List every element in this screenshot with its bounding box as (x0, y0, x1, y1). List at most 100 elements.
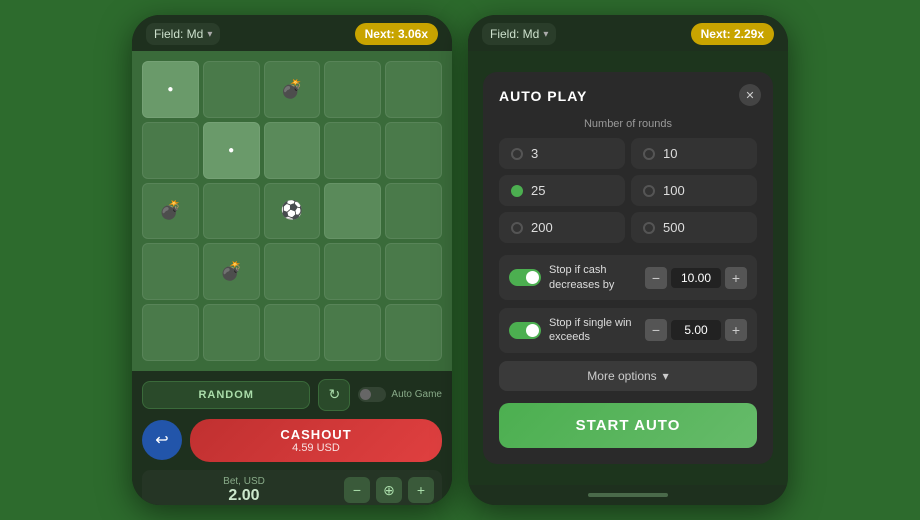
modal-title: AUTO PLAY (499, 88, 757, 104)
stop-win-value: 5.00 (671, 320, 721, 340)
round-label-10: 10 (663, 146, 677, 161)
bottom-controls: RANDOM ↻ Auto Game ↩ CASHOUT 4.59 USD (132, 371, 452, 505)
cell-2-0[interactable]: 💣 (142, 183, 199, 240)
minus-icon-win: − (652, 322, 660, 338)
stop-cash-control: − 10.00 + (645, 267, 747, 289)
stop-win-text: Stop if single win exceeds (549, 316, 637, 345)
cell-4-4[interactable] (385, 304, 442, 361)
plus-icon-cash: + (732, 270, 740, 286)
stop-win-decrease[interactable]: − (645, 319, 667, 341)
plus-icon-win: + (732, 322, 740, 338)
cell-4-1[interactable] (203, 304, 260, 361)
radio-200 (511, 222, 523, 234)
right-field-label: Field: Md (490, 27, 539, 41)
left-next-badge: Next: 3.06x (355, 23, 438, 45)
stop-cash-text: Stop if cash decreases by (549, 263, 637, 292)
minus-icon-cash: − (652, 270, 660, 286)
game-grid: ● 💣 ● 💣 ⚽ 💣 (142, 61, 442, 361)
round-label-500: 500 (663, 220, 685, 235)
cell-2-1[interactable] (203, 183, 260, 240)
round-label-25: 25 (531, 183, 545, 198)
left-field-selector[interactable]: Field: Md ▾ (146, 23, 220, 45)
stop-win-increase[interactable]: + (725, 319, 747, 341)
more-options-button[interactable]: More options ▾ (499, 361, 757, 391)
cell-0-0[interactable]: ● (142, 61, 199, 118)
right-phone: Field: Md ▾ Next: 2.29x AUTO PLAY ✕ Numb… (468, 15, 788, 505)
stop-cash-value: 10.00 (671, 268, 721, 288)
modal-overlay: AUTO PLAY ✕ Number of rounds 3 10 (468, 51, 788, 485)
controls-row2: ↩ CASHOUT 4.59 USD (142, 419, 442, 462)
stop-win-control: − 5.00 + (645, 319, 747, 341)
round-option-100[interactable]: 100 (631, 175, 757, 206)
cell-0-3[interactable] (324, 61, 381, 118)
round-option-200[interactable]: 200 (499, 212, 625, 243)
left-field-label: Field: Md (154, 27, 203, 41)
right-phone-bottom-bar (468, 485, 788, 505)
cell-4-3[interactable] (324, 304, 381, 361)
right-field-selector[interactable]: Field: Md ▾ (482, 23, 556, 45)
cell-1-4[interactable] (385, 122, 442, 179)
right-home-bar (588, 493, 668, 497)
stack-icon: ⊕ (383, 482, 395, 499)
game-area: ● 💣 ● 💣 ⚽ 💣 (132, 51, 452, 371)
radio-25 (511, 185, 523, 197)
right-next-badge: Next: 2.29x (691, 23, 774, 45)
radio-10 (643, 148, 655, 160)
cell-0-4[interactable] (385, 61, 442, 118)
radio-3 (511, 148, 523, 160)
right-topbar: Field: Md ▾ Next: 2.29x (468, 15, 788, 51)
round-option-25[interactable]: 25 (499, 175, 625, 206)
cell-4-2[interactable] (264, 304, 321, 361)
cashout-button[interactable]: CASHOUT 4.59 USD (190, 419, 442, 462)
round-label-100: 100 (663, 183, 685, 198)
left-phone: Field: Md ▾ Next: 3.06x ● 💣 ● 💣 (132, 15, 452, 505)
cell-3-1[interactable]: 💣 (203, 243, 260, 300)
modal-close-button[interactable]: ✕ (739, 84, 761, 106)
cashout-label: CASHOUT (190, 427, 442, 442)
back-button[interactable]: ↩ (142, 420, 182, 460)
cell-3-4[interactable] (385, 243, 442, 300)
cell-3-3[interactable] (324, 243, 381, 300)
auto-game-label: Auto Game (391, 389, 442, 400)
round-option-500[interactable]: 500 (631, 212, 757, 243)
start-auto-button[interactable]: START AUTO (499, 403, 757, 448)
bet-stack-button[interactable]: ⊕ (376, 477, 402, 503)
cell-2-3[interactable] (324, 183, 381, 240)
chevron-down-icon-more: ▾ (663, 369, 669, 383)
cell-3-0[interactable] (142, 243, 199, 300)
autoplay-modal: AUTO PLAY ✕ Number of rounds 3 10 (483, 72, 773, 463)
round-option-3[interactable]: 3 (499, 138, 625, 169)
round-label-200: 200 (531, 220, 553, 235)
stop-win-toggle[interactable] (509, 322, 541, 339)
cell-3-2[interactable] (264, 243, 321, 300)
bet-decrease-button[interactable]: − (344, 477, 370, 503)
round-label-3: 3 (531, 146, 538, 161)
cell-1-1[interactable]: ● (203, 122, 260, 179)
cell-1-2[interactable] (264, 122, 321, 179)
cell-1-0[interactable] (142, 122, 199, 179)
cell-2-4[interactable] (385, 183, 442, 240)
bet-input-area: Bet, USD 2.00 − ⊕ + (142, 470, 442, 505)
controls-row1: RANDOM ↻ Auto Game (142, 379, 442, 411)
cell-4-0[interactable] (142, 304, 199, 361)
cell-1-3[interactable] (324, 122, 381, 179)
minus-icon: − (353, 482, 361, 498)
cell-2-2[interactable]: ⚽ (264, 183, 321, 240)
stop-win-condition: Stop if single win exceeds − 5.00 + (499, 308, 757, 353)
stop-cash-toggle[interactable] (509, 269, 541, 286)
rounds-label: Number of rounds (499, 118, 757, 130)
auto-game-toggle[interactable] (358, 387, 386, 402)
bet-increase-button[interactable]: + (408, 477, 434, 503)
bet-label: Bet, USD (150, 476, 338, 487)
stop-cash-decrease[interactable]: − (645, 267, 667, 289)
cell-0-2[interactable]: 💣 (264, 61, 321, 118)
cell-0-1[interactable] (203, 61, 260, 118)
cashout-amount: 4.59 USD (190, 442, 442, 454)
refresh-button[interactable]: ↻ (318, 379, 350, 411)
round-option-10[interactable]: 10 (631, 138, 757, 169)
plus-icon: + (417, 482, 425, 498)
stop-cash-increase[interactable]: + (725, 267, 747, 289)
random-button[interactable]: RANDOM (142, 381, 310, 409)
refresh-icon: ↻ (329, 386, 341, 403)
chevron-down-icon: ▾ (207, 29, 212, 40)
